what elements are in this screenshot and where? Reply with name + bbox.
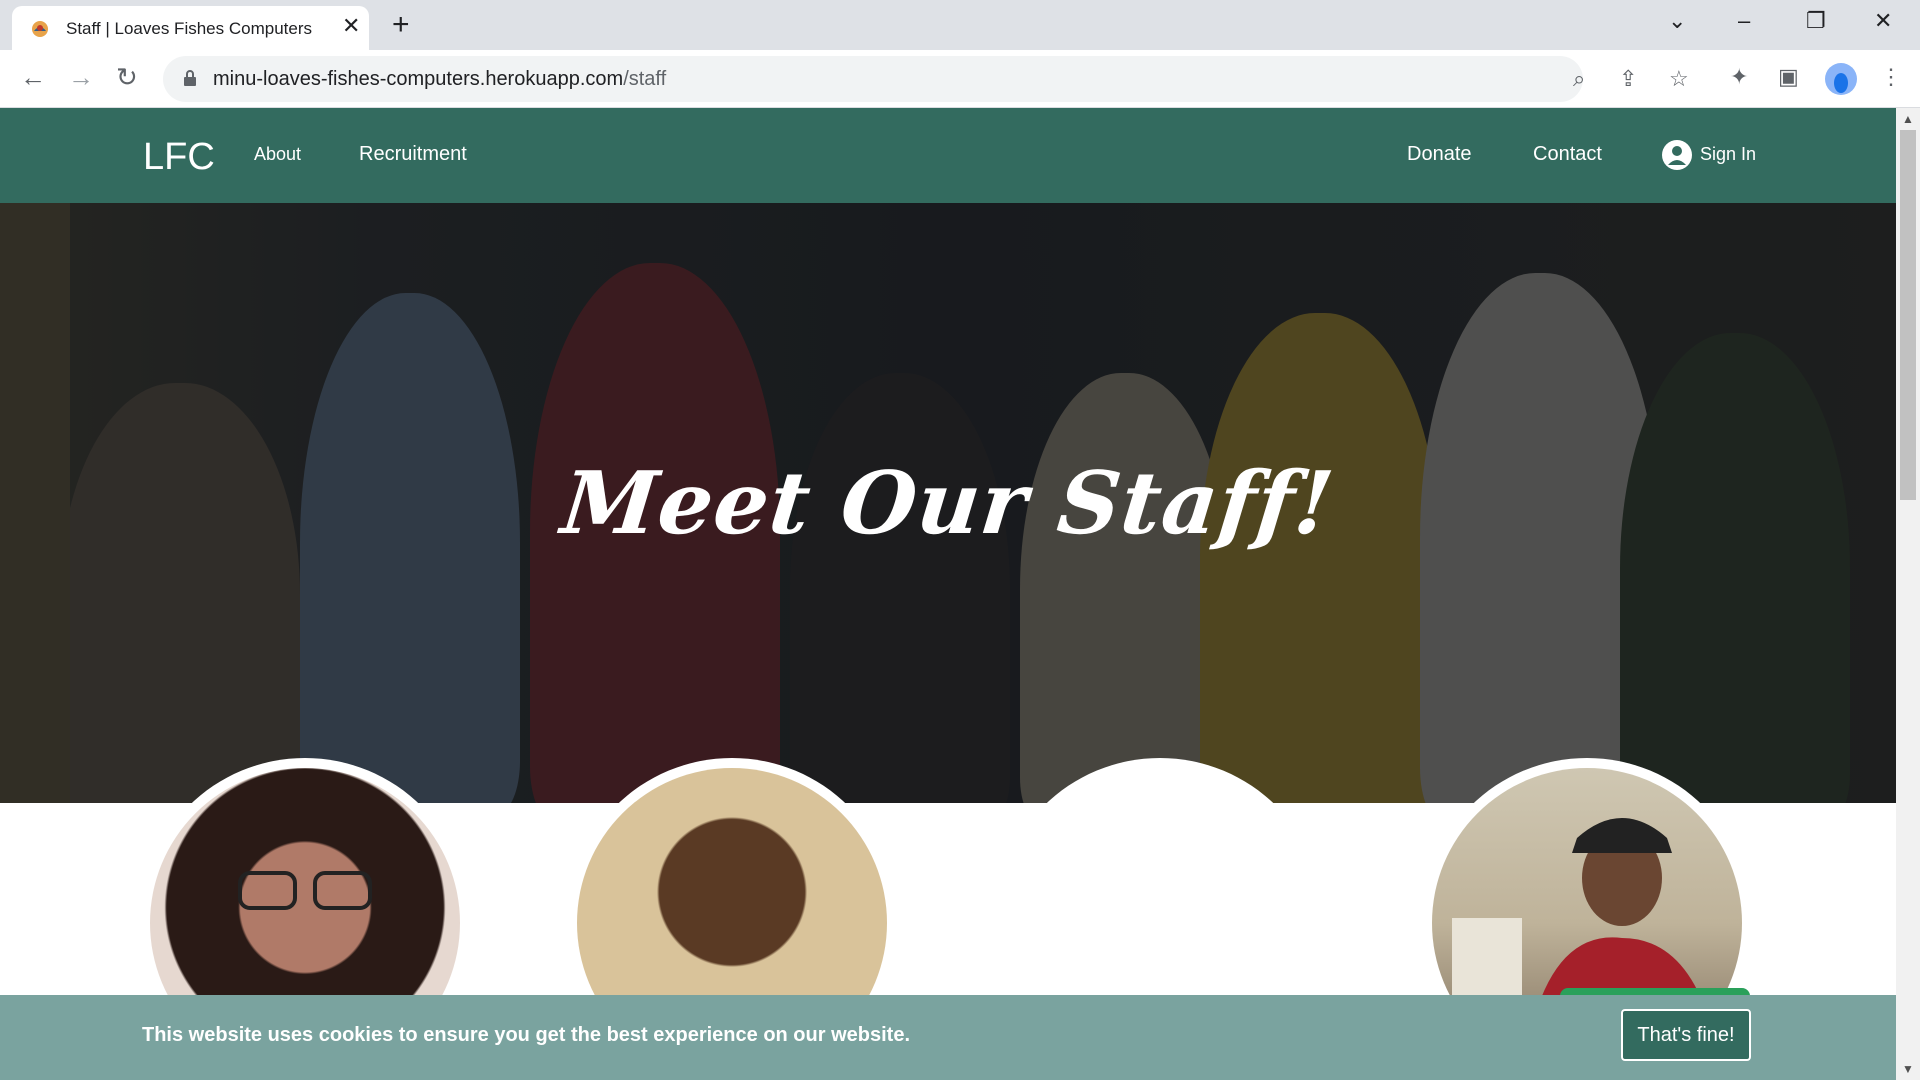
- page-scrollbar[interactable]: ▲ ▼: [1896, 108, 1920, 1080]
- nav-sign-in[interactable]: Sign In: [1700, 144, 1756, 165]
- close-tab-icon[interactable]: ✕: [342, 15, 360, 37]
- browser-toolbar: ← → ↻ minu-loaves-fishes-computers.herok…: [0, 50, 1920, 108]
- zoom-icon[interactable]: ⌕: [1573, 66, 1585, 92]
- sidepanel-icon[interactable]: ▣: [1778, 64, 1799, 90]
- new-tab-icon[interactable]: +: [392, 10, 410, 40]
- cookie-message: This website uses cookies to ensure you …: [142, 1024, 910, 1046]
- extensions-icon[interactable]: ✦: [1730, 64, 1748, 90]
- url-text: minu-loaves-fishes-computers.herokuapp.c…: [213, 68, 666, 91]
- nav-recruitment[interactable]: Recruitment: [359, 143, 467, 166]
- forward-icon[interactable]: →: [68, 64, 94, 90]
- menu-icon[interactable]: ⋮: [1880, 64, 1902, 90]
- hero-title: Meet Our Staff!: [557, 453, 1339, 554]
- cookie-accept-button[interactable]: That's fine!: [1621, 1009, 1751, 1061]
- nav-contact[interactable]: Contact: [1533, 143, 1602, 166]
- brand-logo[interactable]: LFC: [143, 136, 215, 179]
- scroll-up-icon[interactable]: ▲: [1902, 112, 1914, 126]
- reload-icon[interactable]: ↻: [116, 64, 138, 90]
- nav-donate[interactable]: Donate: [1407, 143, 1472, 166]
- close-window-icon[interactable]: ✕: [1874, 8, 1892, 34]
- site-navbar: LFC About Recruitment Donate Contact Sig…: [0, 108, 1896, 203]
- minimize-icon[interactable]: –: [1738, 8, 1750, 34]
- restore-icon[interactable]: ❐: [1806, 8, 1826, 34]
- scroll-thumb[interactable]: [1900, 130, 1916, 500]
- tab-search-chevron-icon[interactable]: ⌄: [1668, 8, 1686, 34]
- hero-banner: Meet Our Staff!: [0, 203, 1896, 803]
- profile-icon[interactable]: [1825, 63, 1857, 95]
- lock-icon: [184, 70, 196, 86]
- scroll-down-icon[interactable]: ▼: [1902, 1062, 1914, 1076]
- nav-about[interactable]: About: [254, 144, 301, 165]
- browser-tab[interactable]: Staff | Loaves Fishes Computers ✕: [12, 6, 369, 50]
- url-path: /staff: [623, 68, 667, 90]
- cookie-consent-bar: This website uses cookies to ensure you …: [0, 995, 1896, 1080]
- star-icon[interactable]: ☆: [1669, 66, 1689, 92]
- browser-tabbar: Staff | Loaves Fishes Computers ✕ + ⌄ – …: [0, 0, 1920, 50]
- back-icon[interactable]: ←: [20, 64, 46, 90]
- address-bar[interactable]: minu-loaves-fishes-computers.herokuapp.c…: [163, 56, 1689, 102]
- url-host: minu-loaves-fishes-computers.herokuapp.c…: [213, 68, 624, 90]
- tab-title: Staff | Loaves Fishes Computers: [66, 19, 312, 38]
- user-icon[interactable]: [1662, 140, 1692, 170]
- share-icon[interactable]: ⇪: [1619, 66, 1637, 92]
- page-viewport: LFC About Recruitment Donate Contact Sig…: [0, 108, 1896, 1080]
- site-favicon-icon: [32, 21, 48, 37]
